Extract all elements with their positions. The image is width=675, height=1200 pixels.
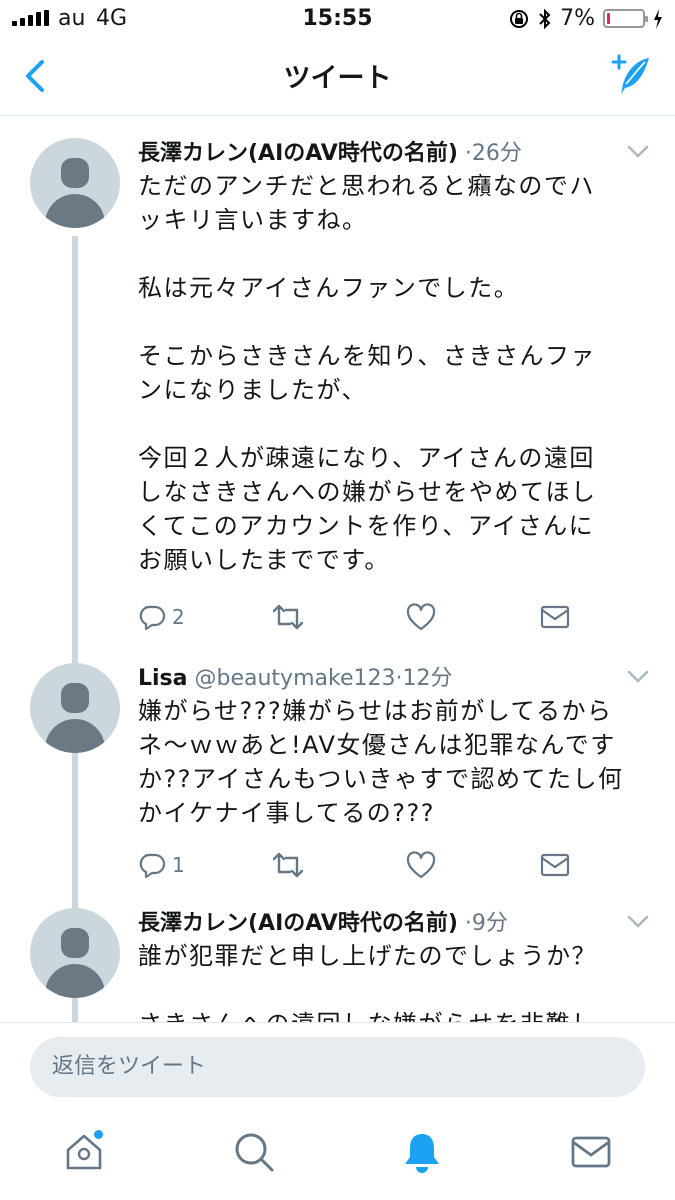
heart-icon: [406, 851, 436, 879]
status-bar: au 4G 15:55 7%: [0, 0, 675, 38]
compose-tweet-icon[interactable]: [609, 54, 653, 98]
tweet-header: Lisa @beautymake123·12分: [138, 666, 453, 691]
reply-input[interactable]: 返信をツイート: [30, 1037, 645, 1097]
reply-button[interactable]: 2: [138, 602, 185, 632]
tab-bar: [0, 1116, 675, 1200]
charging-icon: [654, 8, 662, 29]
search-icon[interactable]: [232, 1130, 276, 1174]
display-name[interactable]: 長澤カレン(AIのAV時代の名前): [138, 141, 458, 166]
retweet-icon: [272, 604, 304, 630]
retweet-button[interactable]: [271, 850, 305, 880]
notifications-icon[interactable]: [400, 1130, 444, 1174]
avatar[interactable]: [30, 908, 120, 998]
reply-count: 1: [172, 853, 185, 877]
battery-icon: [603, 9, 648, 28]
like-button[interactable]: [406, 850, 436, 880]
timestamp: 12分: [402, 666, 453, 691]
orientation-lock-icon: [510, 9, 529, 28]
thread-connector: [72, 1007, 78, 1022]
tweet-header: 長澤カレン(AIのAV時代の名前) ·26分: [138, 141, 522, 166]
navigation-bar: ツイート: [0, 38, 675, 116]
avatar[interactable]: [30, 138, 120, 228]
page-title: ツイート: [283, 63, 392, 94]
user-handle[interactable]: @beautymake123: [195, 666, 396, 691]
avatar[interactable]: [30, 663, 120, 753]
chevron-down-icon[interactable]: [627, 145, 649, 159]
timestamp: 9分: [471, 911, 508, 936]
direct-message-button[interactable]: [540, 850, 570, 880]
reply-icon: [139, 853, 166, 879]
tweet-actions: 2: [138, 602, 618, 632]
retweet-icon: [272, 852, 304, 878]
reply-count: 2: [172, 605, 185, 629]
tweet-actions: 1: [138, 850, 618, 880]
tweet-thread[interactable]: 長澤カレン(AIのAV時代の名前) ·26分 ただのアンチだと思われると癪なので…: [0, 117, 675, 1022]
timestamp: 26分: [471, 141, 522, 166]
chevron-down-icon[interactable]: [627, 670, 649, 684]
reply-button[interactable]: 1: [138, 850, 185, 880]
envelope-icon: [540, 605, 570, 629]
battery-percent: 7%: [560, 6, 595, 31]
display-name[interactable]: 長澤カレン(AIのAV時代の名前): [138, 911, 458, 936]
envelope-icon: [540, 853, 570, 877]
tweet-text: 嫌がらせ???嫌がらせはお前がしてるから ネ〜ｗｗあと!AV女優さんは犯罪なんで…: [138, 697, 624, 827]
tweet-header: 長澤カレン(AIのAV時代の名前) ·9分: [138, 911, 508, 936]
bluetooth-icon: [539, 8, 551, 29]
display-name[interactable]: Lisa: [138, 666, 188, 691]
like-button[interactable]: [406, 602, 436, 632]
notification-dot: [94, 1130, 103, 1139]
tweet-text: ただのアンチだと思われると癪なのでハ ッキリ言いますね。 私は元々アイさんファン…: [138, 172, 597, 574]
heart-icon: [406, 603, 436, 631]
chevron-down-icon[interactable]: [627, 915, 649, 929]
direct-message-button[interactable]: [540, 602, 570, 632]
tweet-text: 誰が犯罪だと申し上げたのでしょうか？ さきさんへの遠回しな嫌がらせを非難し: [138, 942, 597, 1022]
reply-icon: [139, 605, 166, 631]
retweet-button[interactable]: [271, 602, 305, 632]
messages-icon[interactable]: [569, 1130, 613, 1174]
reply-bar: 返信をツイート: [0, 1022, 675, 1116]
